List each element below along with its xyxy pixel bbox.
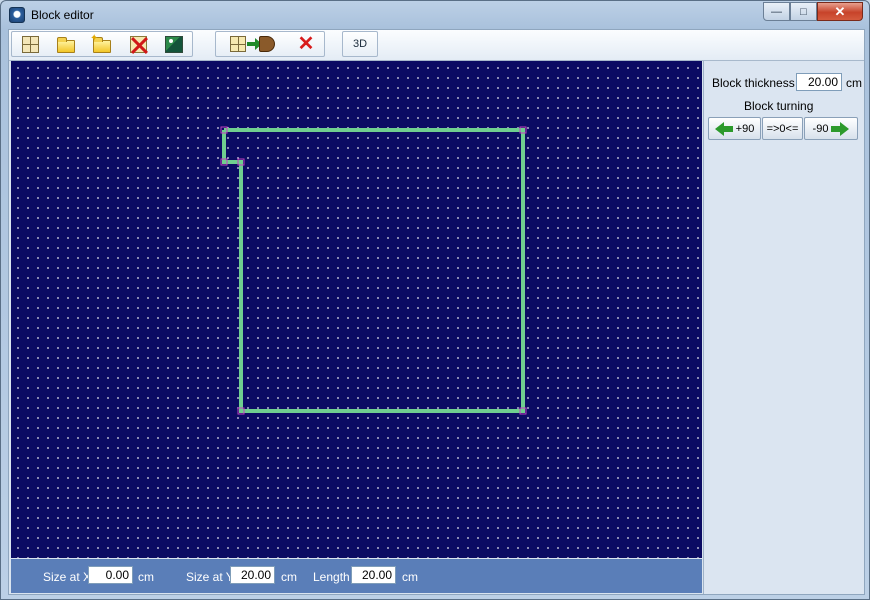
drawing-canvas[interactable] — [11, 61, 702, 558]
block-turning-controls: +90 =>0<= -90 — [708, 117, 858, 140]
window-controls: — □ ✕ — [763, 2, 863, 22]
turn-plus90-label: +90 — [735, 122, 755, 135]
window-title: Block editor — [31, 8, 94, 22]
3d-view-button[interactable]: 3D — [345, 33, 375, 55]
delete-block-button[interactable] — [122, 33, 154, 55]
size-y-label: Size at Y — [186, 570, 234, 584]
block-shape-layer — [220, 126, 527, 415]
size-x-label: Size at X — [43, 570, 92, 584]
toolbar-group-view: 3D — [342, 31, 378, 57]
client-area: ✦ ✕ 3D Block thickness 20.00 cm Block tu… — [8, 29, 865, 595]
app-icon — [9, 7, 25, 23]
grid-button[interactable] — [14, 33, 46, 55]
length-label: Length — [313, 570, 350, 584]
open-button[interactable] — [50, 33, 82, 55]
size-y-input[interactable] — [230, 566, 275, 584]
turn-reset-button[interactable]: =>0<= — [762, 117, 803, 140]
open-folder-icon — [57, 36, 75, 53]
properties-panel: Block thickness cm Block turning +90 =>0… — [703, 61, 864, 594]
generate-block-button[interactable] — [218, 33, 286, 55]
turn-reset-label: =>0<= — [766, 122, 799, 135]
background-image-icon — [165, 35, 183, 53]
status-bar: Size at X cm Size at Y cm Length cm — [11, 559, 702, 593]
background-image-button[interactable] — [158, 33, 190, 55]
length-input[interactable] — [351, 566, 396, 584]
size-y-unit: cm — [281, 570, 297, 584]
close-button[interactable]: ✕ — [817, 2, 863, 21]
generate-block-icon — [230, 35, 275, 53]
toolbar: ✦ ✕ 3D — [9, 30, 864, 61]
size-x-input[interactable] — [88, 566, 133, 584]
grid-icon — [21, 35, 39, 53]
arrow-right-icon — [831, 121, 850, 136]
block-turning-label: Block turning — [744, 99, 814, 113]
block-editor-window: Block editor — □ ✕ ✦ ✕ 3D Block thicknes… — [0, 0, 870, 600]
delete-button[interactable]: ✕ — [290, 33, 322, 55]
turn-minus90-label: -90 — [812, 122, 829, 135]
minimize-button[interactable]: — — [763, 2, 790, 21]
turn-plus90-button[interactable]: +90 — [708, 117, 761, 140]
toolbar-group-file: ✦ — [11, 31, 193, 57]
turn-minus90-button[interactable]: -90 — [804, 117, 858, 140]
delete-icon: ✕ — [297, 33, 315, 55]
arrow-left-icon — [714, 121, 733, 136]
block-outline[interactable] — [222, 128, 525, 413]
size-x-unit: cm — [138, 570, 154, 584]
toolbar-group-edit: ✕ — [215, 31, 325, 57]
block-thickness-label: Block thickness — [712, 76, 795, 90]
length-unit: cm — [402, 570, 418, 584]
new-button[interactable]: ✦ — [86, 33, 118, 55]
maximize-button[interactable]: □ — [790, 2, 817, 21]
delete-block-icon — [129, 35, 147, 53]
new-folder-icon: ✦ — [90, 33, 111, 53]
block-thickness-unit: cm — [846, 76, 862, 90]
block-thickness-input[interactable] — [796, 73, 842, 91]
title-bar[interactable]: Block editor — □ ✕ — [1, 1, 869, 29]
